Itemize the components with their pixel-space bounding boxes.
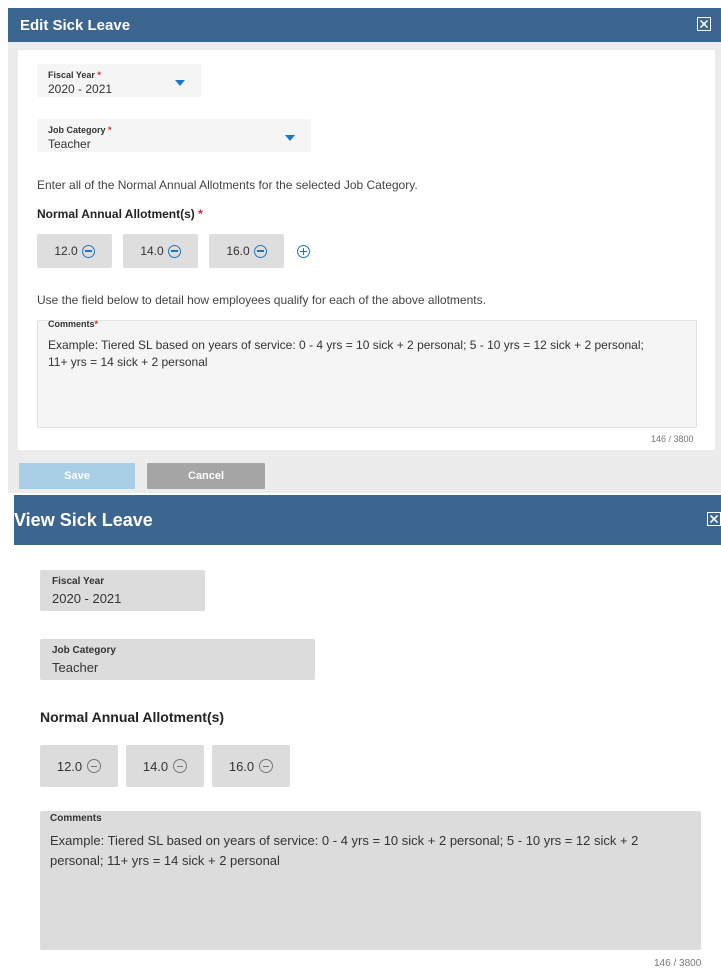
remove-circle-icon — [259, 759, 274, 773]
character-counter: 146 / 3800 — [654, 958, 702, 969]
job-category-field: Job Category Teacher — [40, 639, 315, 680]
add-circle-icon[interactable] — [297, 245, 310, 258]
character-counter: 146 / 3800 — [651, 434, 694, 444]
job-category-select[interactable]: Job Category * Teacher — [37, 119, 311, 152]
allotment-value: 12.0 — [56, 758, 83, 774]
save-button[interactable]: Save — [19, 463, 135, 489]
allotment-chip: 12.0 — [40, 745, 118, 787]
allotment-chip: 12.0 — [37, 234, 112, 268]
required-mark: * — [198, 207, 203, 221]
fiscal-year-field: Fiscal Year 2020 - 2021 — [40, 570, 205, 611]
job-category-label: Job Category — [52, 645, 116, 656]
fiscal-year-value: 2020 - 2021 — [52, 591, 122, 606]
comments-value: Example: Tiered SL based on years of ser… — [48, 338, 644, 369]
fiscal-year-label: Fiscal Year — [52, 576, 105, 587]
view-dialog-header: View Sick Leave — [14, 495, 721, 545]
allotment-value: 16.0 — [228, 758, 255, 774]
comments-instruction: Use the field below to detail how employ… — [37, 293, 486, 307]
allotments-title: Normal Annual Allotment(s) * — [37, 207, 203, 221]
comments-label: Comments — [50, 813, 102, 824]
allotment-value: 12.0 — [54, 244, 78, 258]
fiscal-year-label: Fiscal Year * — [48, 70, 101, 80]
allotment-chip: 16.0 — [209, 234, 284, 268]
comments-label: Comments* — [48, 319, 99, 329]
allotment-chip: 16.0 — [212, 745, 290, 787]
job-category-label: Job Category * — [48, 125, 112, 135]
job-category-value: Teacher — [52, 660, 99, 675]
fiscal-year-select[interactable]: Fiscal Year * 2020 - 2021 — [37, 64, 201, 97]
chevron-down-icon[interactable] — [285, 135, 295, 141]
remove-circle-icon — [173, 759, 188, 773]
required-mark: * — [94, 319, 99, 329]
edit-sick-leave-dialog: Edit Sick Leave Fiscal Year * 2020 - 202… — [8, 8, 721, 493]
required-mark: * — [108, 125, 112, 135]
remove-circle-icon[interactable] — [81, 244, 95, 258]
allotment-value: 14.0 — [140, 244, 164, 258]
remove-circle-icon — [87, 759, 102, 773]
edit-dialog-header: Edit Sick Leave — [8, 8, 721, 42]
view-sick-leave-dialog: View Sick Leave Fiscal Year 2020 - 2021 … — [14, 495, 721, 975]
allotment-value: 16.0 — [226, 244, 250, 258]
remove-circle-icon[interactable] — [253, 244, 267, 258]
view-dialog-title: View Sick Leave — [14, 509, 153, 530]
comments-value: Example: Tiered SL based on years of ser… — [50, 833, 639, 868]
allotment-chip: 14.0 — [126, 745, 204, 787]
comments-textarea[interactable]: Comments* Example: Tiered SL based on ye… — [37, 319, 697, 428]
edit-dialog-body: Fiscal Year * 2020 - 2021 Job Category *… — [18, 50, 715, 450]
cancel-button[interactable]: Cancel — [147, 463, 265, 489]
comments-field: Comments Example: Tiered SL based on yea… — [40, 811, 701, 950]
allotment-chip: 14.0 — [123, 234, 198, 268]
fiscal-year-value: 2020 - 2021 — [48, 82, 113, 96]
allotments-title: Normal Annual Allotment(s) — [40, 709, 225, 725]
allotments-instruction: Enter all of the Normal Annual Allotment… — [37, 178, 418, 192]
allotment-value: 14.0 — [142, 758, 169, 774]
required-mark: * — [97, 70, 101, 80]
remove-circle-icon[interactable] — [167, 244, 181, 258]
edit-close-icon[interactable] — [697, 17, 711, 31]
chevron-down-icon[interactable] — [175, 80, 185, 86]
edit-dialog-title: Edit Sick Leave — [20, 16, 131, 34]
job-category-value: Teacher — [48, 137, 91, 151]
view-close-icon[interactable] — [707, 512, 721, 526]
